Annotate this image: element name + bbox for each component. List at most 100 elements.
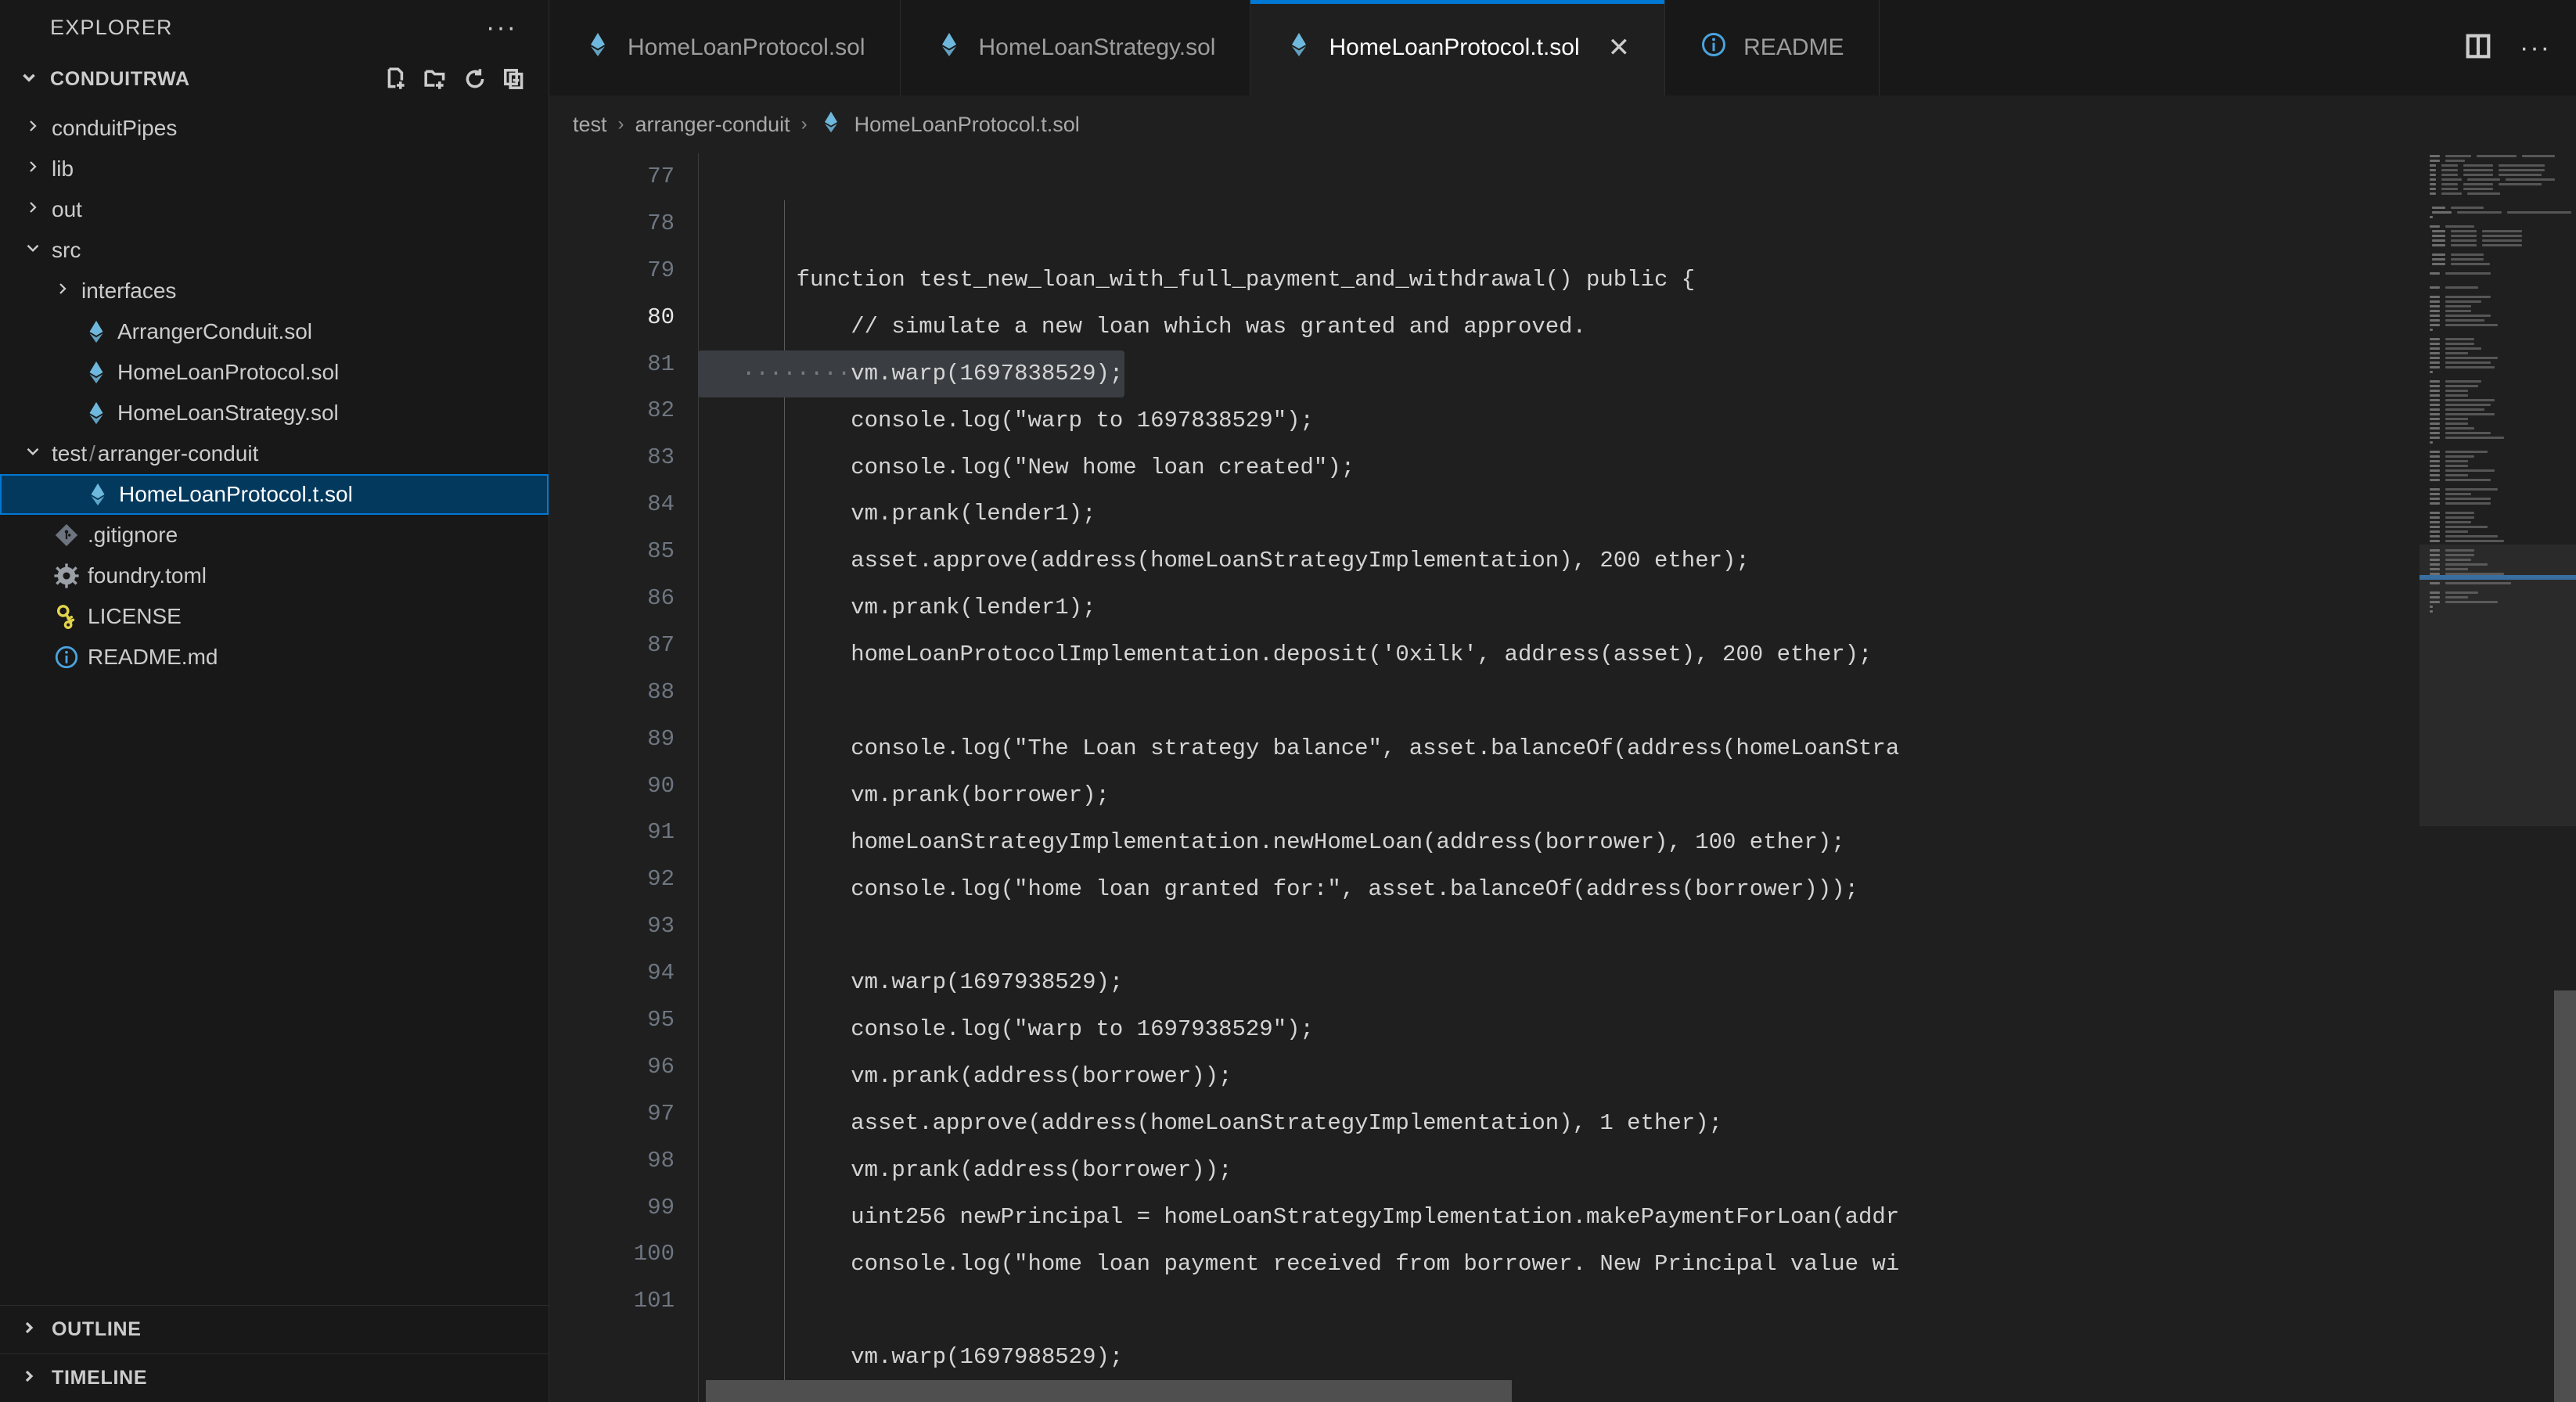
tree-item-conduitpipes[interactable]: conduitPipes <box>0 108 549 149</box>
code-line[interactable]: asset.approve(address(homeLoanStrategyIm… <box>698 537 2419 584</box>
code-line[interactable]: console.log("warp to 1697838529"); <box>698 397 2419 444</box>
minimap-segment <box>2445 478 2491 481</box>
tree-item--gitignore[interactable]: .gitignore <box>0 515 549 555</box>
code-line[interactable]: vm.warp(1697988529); <box>698 1334 2419 1381</box>
code-line[interactable]: console.log("warp to 1697938529"); <box>698 1006 2419 1053</box>
tab-label: README <box>1743 34 1844 60</box>
breadcrumb-item-arranger-conduit[interactable]: arranger-conduit <box>635 113 790 137</box>
tree-item-lib[interactable]: lib <box>0 149 549 189</box>
tree-item-label: lib <box>52 156 74 181</box>
code-line[interactable]: vm.prank(lender1); <box>698 491 2419 537</box>
sidebar-more-actions-icon[interactable]: ··· <box>486 14 517 41</box>
tree-item-foundry-toml[interactable]: foundry.toml <box>0 555 549 596</box>
code-line[interactable]: vm.prank(lender1); <box>698 584 2419 631</box>
chevron-right-icon[interactable] <box>16 1318 42 1341</box>
breadcrumb-item-homeloanprotocol-t-sol[interactable]: HomeLoanProtocol.t.sol <box>818 110 1080 140</box>
code-line[interactable]: // simulate a new loan which was granted… <box>698 304 2419 350</box>
collapse-all-icon[interactable] <box>502 67 527 92</box>
code-line[interactable] <box>698 678 2419 725</box>
code-line[interactable]: ········vm.warp(1697838529); <box>698 350 2419 397</box>
minimap-segment <box>2432 206 2445 209</box>
minimap-segment <box>2430 534 2440 537</box>
minimap-segment <box>2445 492 2472 495</box>
code-line[interactable]: console.log("New home loan created"); <box>698 444 2419 491</box>
minimap-segment <box>2430 473 2440 476</box>
code-editor[interactable]: 77 78 79 80 81 82 83 84 85 86 87 88 89 90 91 92 93 94 95 96… <box>549 153 2576 1402</box>
breadcrumb-item-test[interactable]: test <box>573 113 607 137</box>
tree-item-homeloanprotocol-t-sol[interactable]: HomeLoanProtocol.t.sol <box>0 474 549 515</box>
code-line[interactable]: vm.prank(borrower); <box>698 772 2419 819</box>
chevron-right-icon[interactable] <box>17 157 49 181</box>
tab-readme[interactable]: README <box>1665 0 1880 95</box>
minimap[interactable] <box>2419 153 2576 1402</box>
minimap-segment <box>2477 154 2517 157</box>
line-number-gutter: 77 78 79 80 81 82 83 84 85 86 87 88 89 90 91 92 93 94 95 96… <box>549 153 698 1402</box>
code-line[interactable] <box>698 912 2419 959</box>
code-line[interactable] <box>698 1288 2419 1335</box>
new-folder-icon[interactable] <box>423 67 448 92</box>
minimap-segment <box>2445 295 2491 298</box>
minimap-segment <box>2430 440 2434 444</box>
refresh-icon[interactable] <box>462 67 487 92</box>
chevron-right-icon[interactable] <box>17 198 49 221</box>
chevron-right-icon[interactable] <box>47 279 78 303</box>
code-line[interactable]: console.log("The Loan strategy balance",… <box>698 725 2419 772</box>
code-line-text: vm.warp(1697988529); <box>742 1344 1124 1371</box>
chevron-right-icon[interactable] <box>16 1367 42 1389</box>
tree-item-label: out <box>52 197 82 221</box>
chevron-down-icon[interactable] <box>17 441 49 466</box>
code-line[interactable]: homeLoanProtocolImplementation.deposit('… <box>698 631 2419 678</box>
tree-item-homeloanprotocol-sol[interactable]: HomeLoanProtocol.sol <box>0 352 549 393</box>
line-number: 84 <box>647 491 675 518</box>
minimap-segment <box>2430 530 2440 533</box>
chevron-down-icon[interactable] <box>16 67 42 92</box>
minimap-segment <box>2432 262 2445 265</box>
split-editor-icon[interactable] <box>2463 31 2493 65</box>
code-line[interactable]: asset.approve(address(homeLoanStrategyIm… <box>698 1100 2419 1147</box>
code-line[interactable]: console.log("home loan payment received … <box>698 1241 2419 1288</box>
tree-item-homeloanstrategy-sol[interactable]: HomeLoanStrategy.sol <box>0 393 549 433</box>
close-icon[interactable]: ✕ <box>1608 32 1631 63</box>
tree-item-license[interactable]: LICENSE <box>0 596 549 637</box>
code-line-text: vm.warp(1697838529); <box>851 360 1124 386</box>
code-line[interactable]: console.log("home loan granted for:", as… <box>698 866 2419 913</box>
editor-more-actions-icon[interactable]: ··· <box>2520 34 2551 61</box>
line-number: 94 <box>647 960 675 987</box>
project-root-header[interactable]: CONDUITRWA <box>0 55 549 103</box>
tree-item-arrangerconduit-sol[interactable]: ArrangerConduit.sol <box>0 311 549 352</box>
new-file-icon[interactable] <box>384 67 409 92</box>
chevron-right-icon[interactable] <box>17 117 49 140</box>
code-content[interactable]: function test_new_loan_with_full_payment… <box>698 153 2419 1402</box>
vertical-scrollbar[interactable] <box>2554 990 2576 1402</box>
tree-item-test[interactable]: test / arranger-conduit <box>0 433 549 474</box>
tree-item-src[interactable]: src <box>0 230 549 271</box>
chevron-down-icon[interactable] <box>17 238 49 263</box>
horizontal-scrollbar[interactable] <box>706 1380 1512 1402</box>
tree-item-readme-md[interactable]: README.md <box>0 637 549 678</box>
code-line[interactable]: vm.prank(address(borrower)); <box>698 1053 2419 1100</box>
code-line[interactable]: homeLoanStrategyImplementation.newHomeLo… <box>698 819 2419 866</box>
panel-timeline[interactable]: TIMELINE <box>0 1353 549 1402</box>
tree-item-interfaces[interactable]: interfaces <box>0 271 549 311</box>
tab-homeloanstrategy-sol[interactable]: HomeLoanStrategy.sol <box>900 0 1251 95</box>
minimap-segment <box>2441 164 2459 167</box>
code-line[interactable]: vm.prank(address(borrower)); <box>698 1147 2419 1194</box>
line-number: 86 <box>647 585 675 612</box>
code-line-text: console.log("New home loan created"); <box>742 454 1355 480</box>
tree-item-out[interactable]: out <box>0 189 549 230</box>
minimap-segment <box>2430 168 2437 171</box>
minimap-segment <box>2463 173 2494 176</box>
minimap-viewport-slider[interactable] <box>2419 545 2576 826</box>
line-number: 88 <box>647 678 675 705</box>
panel-outline[interactable]: OUTLINE <box>0 1305 549 1353</box>
code-line[interactable]: vm.warp(1697938529); <box>698 959 2419 1006</box>
minimap-segment <box>2441 192 2462 195</box>
minimap-segment <box>2445 159 2465 162</box>
tabbar-actions: ··· <box>2438 0 2576 95</box>
minimap-segment <box>2445 520 2472 523</box>
minimap-segment <box>2430 192 2437 195</box>
code-line[interactable]: uint256 newPrincipal = homeLoanStrategyI… <box>698 1194 2419 1241</box>
tab-homeloanprotocol-t-sol[interactable]: HomeLoanProtocol.t.sol ✕ <box>1250 0 1666 95</box>
tab-homeloanprotocol-sol[interactable]: HomeLoanProtocol.sol <box>549 0 901 95</box>
code-line[interactable]: function test_new_loan_with_full_payment… <box>698 257 2419 304</box>
